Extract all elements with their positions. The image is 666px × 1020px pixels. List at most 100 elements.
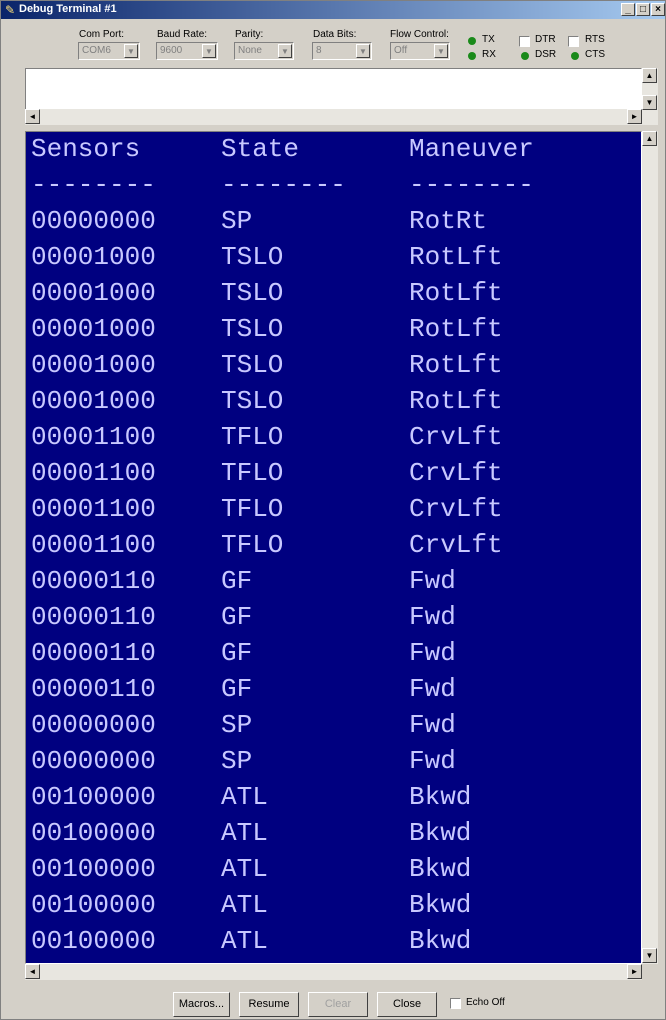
maneuver-header: Maneuver [409, 134, 534, 164]
scroll-up-icon[interactable]: ▲ [642, 131, 657, 146]
receive-pane[interactable]: Sensors State Maneuver -------- --------… [25, 131, 642, 964]
scroll-down-icon[interactable]: ▼ [642, 95, 657, 110]
scroll-up-icon[interactable]: ▲ [642, 68, 657, 83]
state-cell: SP [221, 710, 253, 740]
tx-label: TX [482, 34, 495, 45]
maneuver-cell: RotLft [409, 278, 503, 308]
dtr-checkbox[interactable] [519, 36, 530, 47]
maneuver-cell: CrvLft [409, 494, 503, 524]
state-cell: SP [221, 746, 253, 776]
receive-vertical-scrollbar[interactable]: ▲ ▼ [642, 131, 658, 964]
separator: -------- [31, 170, 156, 200]
flow-control-value: Off [394, 45, 408, 56]
state-cell: TFLO [221, 422, 284, 452]
scroll-down-icon[interactable]: ▼ [642, 948, 657, 963]
sensors-header: Sensors [31, 134, 141, 164]
maneuver-cell: Fwd [409, 674, 456, 704]
sensors-cell: 00000000 [31, 746, 156, 776]
state-cell: TFLO [221, 530, 284, 560]
maneuver-cell: RotLft [409, 314, 503, 344]
maneuver-cell: Bkwd [409, 818, 472, 848]
state-cell: GF [221, 674, 253, 704]
dsr-led-icon [521, 52, 529, 60]
maximize-button[interactable]: □ [636, 3, 650, 16]
dtr-label: DTR [535, 34, 556, 45]
sensors-cell: 00100000 [31, 854, 156, 884]
sensors-cell: 00000000 [31, 710, 156, 740]
sensors-cell: 00001100 [31, 530, 156, 560]
state-cell: ATL [221, 782, 268, 812]
resume-button[interactable]: Resume [239, 992, 299, 1017]
sensors-cell: 00100000 [31, 818, 156, 848]
scroll-left-icon[interactable]: ◄ [25, 964, 40, 979]
receive-separator-row: -------- -------- -------- [31, 170, 534, 206]
maneuver-cell: Fwd [409, 602, 456, 632]
receive-horizontal-scrollbar[interactable]: ◄ ► [25, 964, 642, 980]
state-cell: TFLO [221, 458, 284, 488]
maneuver-cell: CrvLft [409, 422, 503, 452]
dsr-label: DSR [535, 49, 557, 60]
echo-off-label: Echo Off [466, 997, 505, 1008]
receive-header-row: Sensors State Maneuver [31, 134, 534, 170]
state-cell: ATL [221, 818, 268, 848]
close-button[interactable]: Close [377, 992, 437, 1017]
maneuver-cell: RotLft [409, 350, 503, 380]
state-cell: ATL [221, 854, 268, 884]
sensors-cell: 00100000 [31, 782, 156, 812]
scroll-right-icon[interactable]: ► [627, 109, 642, 124]
cts-label: CTS [585, 49, 605, 60]
echo-off-checkbox[interactable] [450, 998, 461, 1009]
com-port-select[interactable]: COM6 ▼ [78, 42, 140, 60]
rts-label: RTS [585, 34, 605, 45]
sensors-cell: 00001100 [31, 422, 156, 452]
state-header: State [221, 134, 300, 164]
macros-button[interactable]: Macros... [173, 992, 230, 1017]
clear-button[interactable]: Clear [308, 992, 368, 1017]
state-cell: TSLO [221, 386, 284, 416]
rts-checkbox[interactable] [568, 36, 579, 47]
tx-led-icon [468, 37, 476, 45]
maneuver-cell: Bkwd [409, 854, 472, 884]
sensors-cell: 00001000 [31, 350, 156, 380]
state-cell: GF [221, 566, 253, 596]
scroll-left-icon[interactable]: ◄ [25, 109, 40, 124]
close-window-button[interactable]: × [651, 3, 665, 16]
maneuver-cell: Bkwd [409, 926, 472, 956]
transmit-horizontal-scrollbar[interactable]: ◄ ► [25, 109, 642, 125]
data-bits-value: 8 [316, 45, 322, 56]
title-bar: ✎ Debug Terminal #1 _ □ × [1, 1, 665, 19]
maneuver-cell: RotLft [409, 386, 503, 416]
sensors-cell: 00000110 [31, 674, 156, 704]
flow-control-label: Flow Control: [390, 29, 449, 40]
separator: -------- [221, 170, 346, 200]
data-bits-select[interactable]: 8 ▼ [312, 42, 372, 60]
parity-select[interactable]: None ▼ [234, 42, 294, 60]
scroll-right-icon[interactable]: ► [627, 964, 642, 979]
maneuver-cell: Fwd [409, 566, 456, 596]
state-cell: ATL [221, 926, 268, 956]
state-cell: TSLO [221, 242, 284, 272]
state-cell: TSLO [221, 278, 284, 308]
sensors-cell: 00001000 [31, 386, 156, 416]
transmit-vertical-scrollbar[interactable]: ▲ ▼ [642, 68, 658, 125]
sensors-cell: 00000110 [31, 566, 156, 596]
flow-control-select[interactable]: Off ▼ [390, 42, 450, 60]
sensors-cell: 00001000 [31, 314, 156, 344]
data-bits-label: Data Bits: [313, 29, 357, 40]
sensors-cell: 00000110 [31, 638, 156, 668]
state-cell: TSLO [221, 314, 284, 344]
window-title: Debug Terminal #1 [19, 3, 117, 15]
sensors-cell: 00000000 [31, 206, 156, 236]
minimize-button[interactable]: _ [621, 3, 635, 16]
maneuver-cell: Fwd [409, 746, 456, 776]
com-port-label: Com Port: [79, 29, 125, 40]
sensors-cell: 00001000 [31, 242, 156, 272]
maneuver-cell: Fwd [409, 710, 456, 740]
baud-rate-select[interactable]: 9600 ▼ [156, 42, 218, 60]
debug-terminal-window: ✎ Debug Terminal #1 _ □ × Com Port: COM6… [0, 0, 666, 1020]
state-cell: TFLO [221, 494, 284, 524]
maneuver-cell: RotRt [409, 206, 488, 236]
chevron-down-icon: ▼ [202, 44, 216, 58]
separator: -------- [409, 170, 534, 200]
maneuver-cell: CrvLft [409, 458, 503, 488]
